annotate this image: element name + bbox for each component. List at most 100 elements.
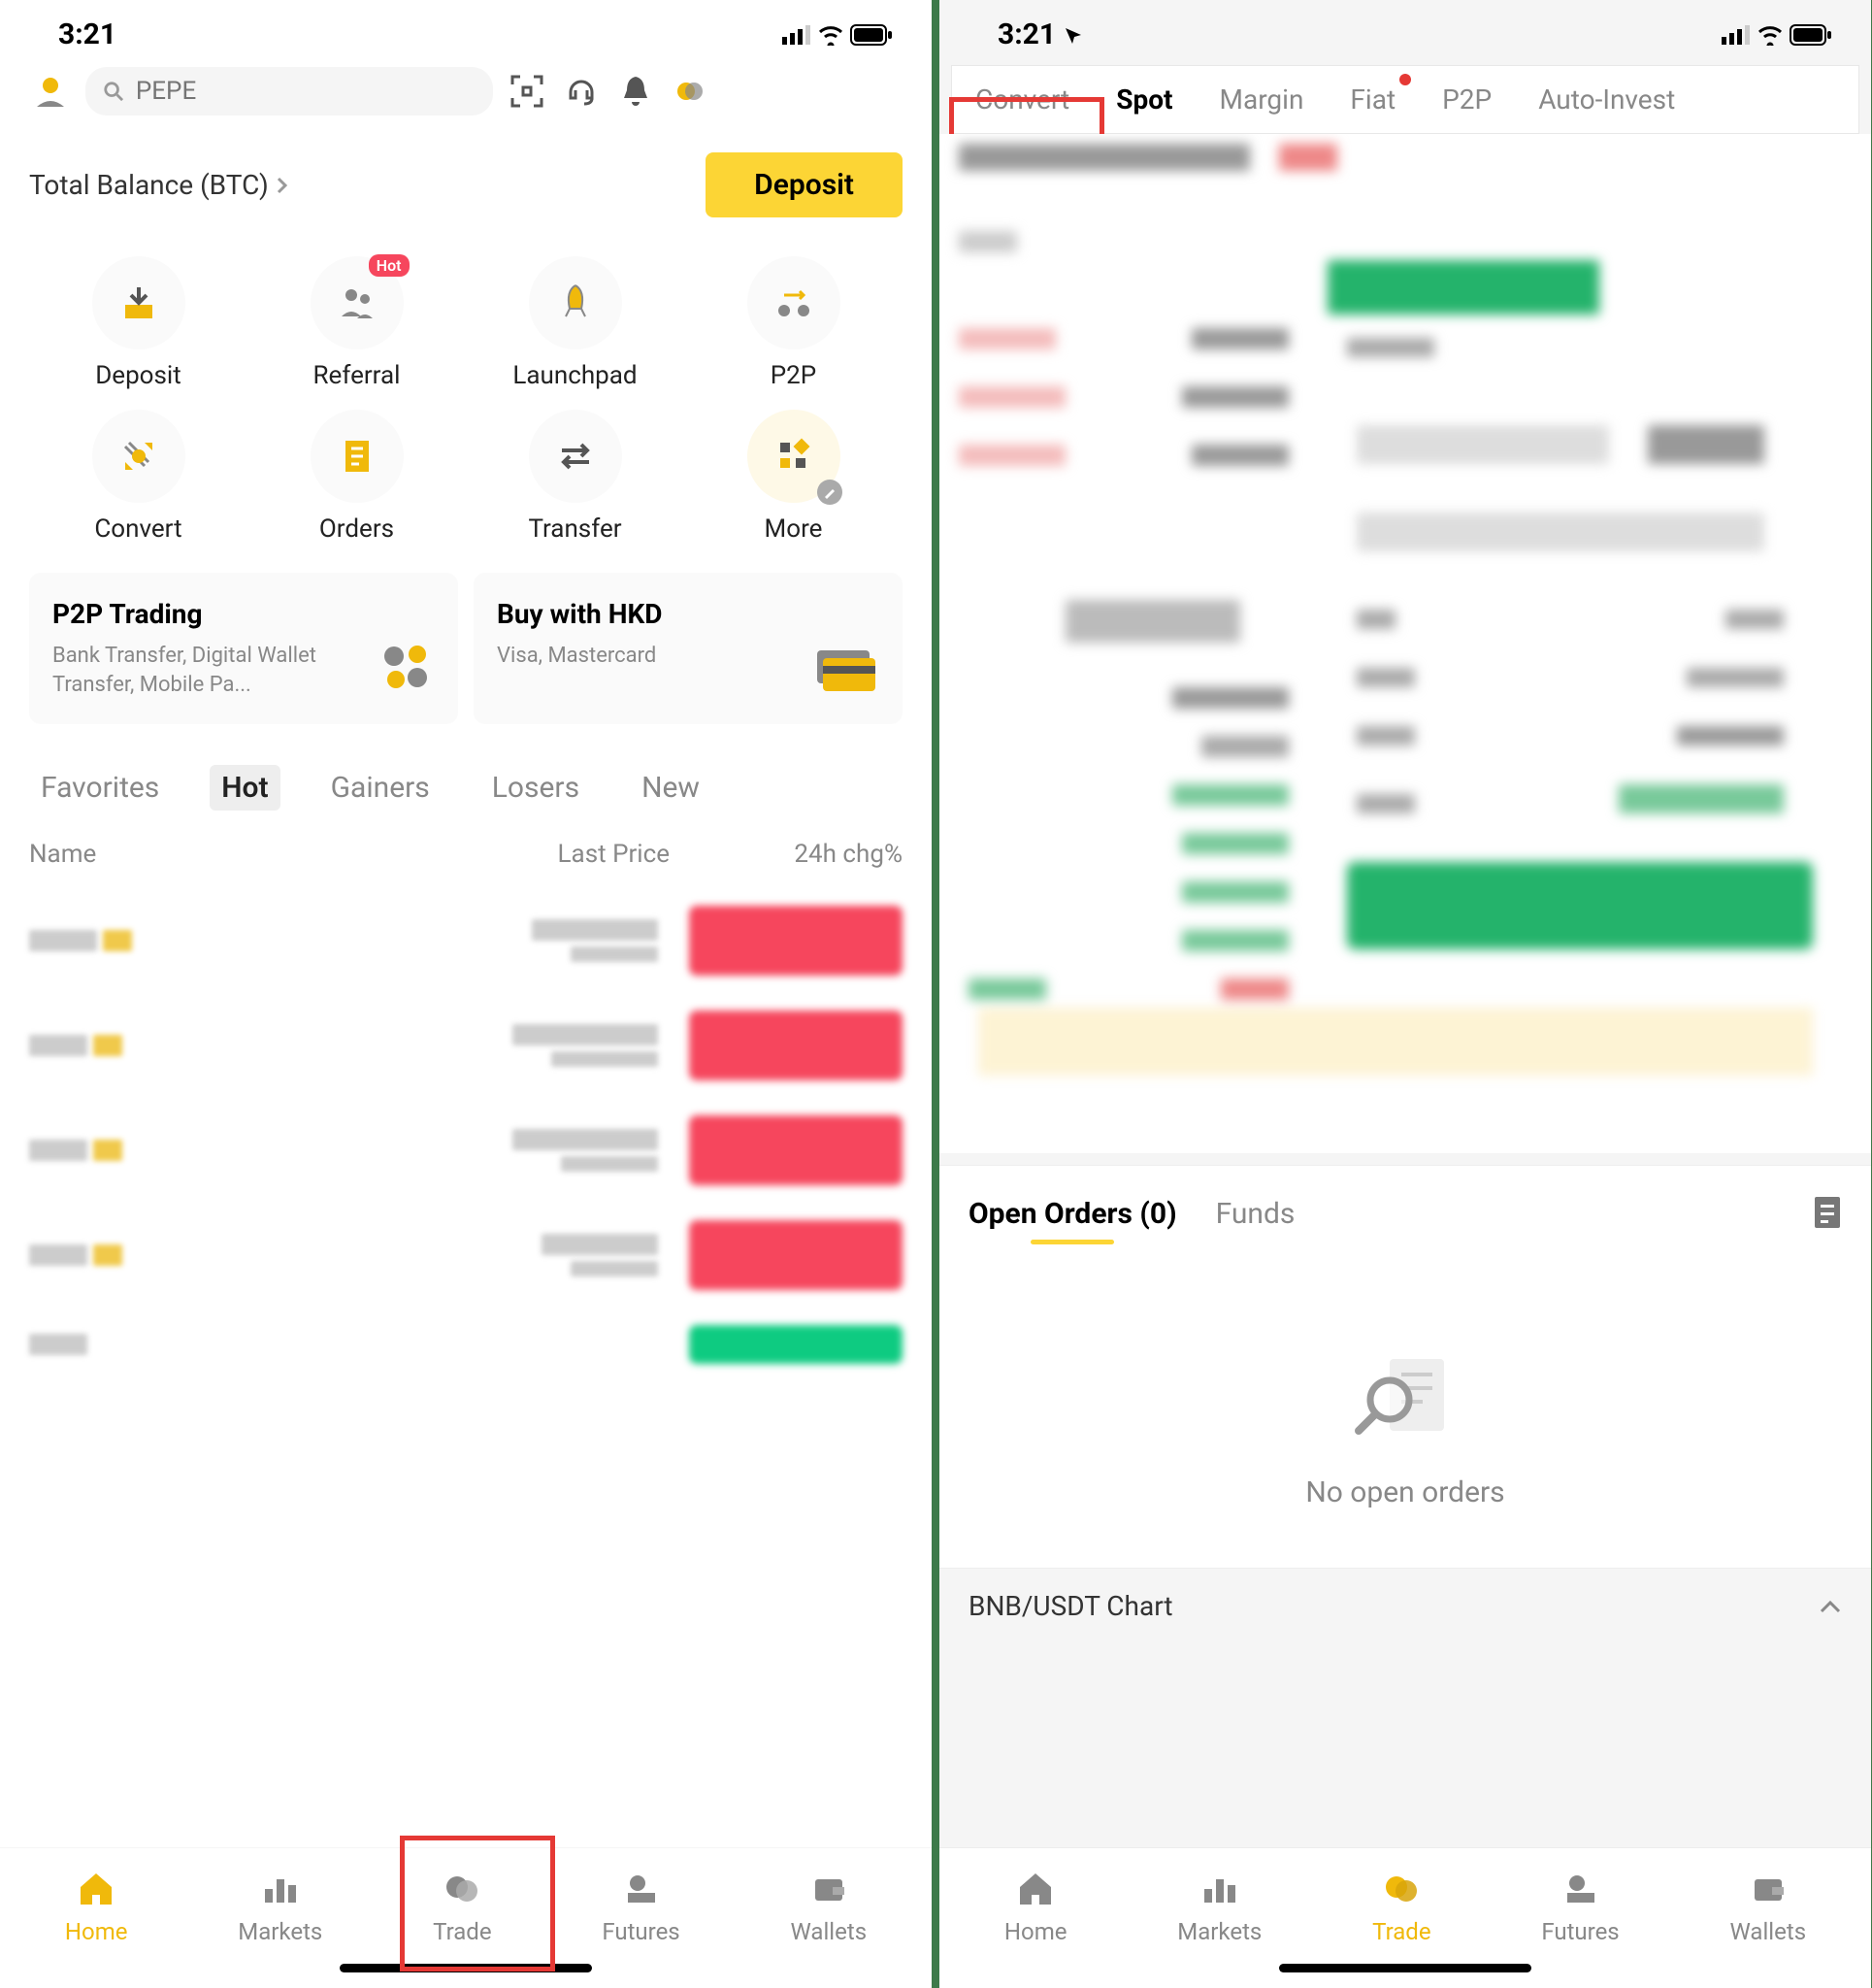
- clock: 3:21: [58, 17, 116, 51]
- clock: 3:21: [998, 17, 1083, 51]
- tab-funds[interactable]: Funds: [1216, 1189, 1296, 1239]
- location-icon: [1064, 26, 1083, 46]
- orders-icon: [336, 435, 378, 478]
- card-icon: [811, 643, 879, 699]
- rocket-icon: [554, 282, 597, 324]
- trade-tab-p2p[interactable]: P2P: [1419, 66, 1515, 133]
- card-buy-hkd[interactable]: Buy with HKD Visa, Mastercard: [474, 573, 903, 724]
- home-indicator: [340, 1964, 592, 1972]
- chevron-right-icon: [277, 177, 288, 194]
- scan-icon[interactable]: [507, 71, 547, 112]
- transfer-icon: [554, 435, 597, 478]
- battery-icon: [1790, 24, 1832, 46]
- deposit-icon: [117, 282, 160, 324]
- tab-losers[interactable]: Losers: [480, 765, 591, 811]
- feature-cards: P2P Trading Bank Transfer, Digital Walle…: [0, 573, 932, 753]
- market-row[interactable]: [29, 1203, 903, 1308]
- p2p-card-icon: [377, 637, 435, 699]
- bell-icon[interactable]: [615, 71, 656, 112]
- table-head: Name Last Price 24h chg%: [0, 830, 932, 888]
- convert-icon: [117, 435, 160, 478]
- nav-trade[interactable]: Trade: [433, 1868, 491, 1945]
- quick-more[interactable]: More: [684, 410, 903, 544]
- nav-futures[interactable]: Futures: [1541, 1868, 1619, 1945]
- orderbook-area: [939, 134, 1871, 1153]
- tab-hot[interactable]: Hot: [210, 765, 279, 811]
- nav-markets[interactable]: Markets: [1177, 1868, 1262, 1945]
- nav-futures[interactable]: Futures: [602, 1868, 679, 1945]
- quick-transfer[interactable]: Transfer: [466, 410, 684, 544]
- status-icons: [1722, 24, 1832, 46]
- coin-icon[interactable]: [670, 71, 710, 112]
- search-icon: [103, 80, 124, 103]
- quick-actions: Deposit Hot Referral Launchpad P2P Conve…: [0, 237, 932, 573]
- wallet-icon: [1749, 1870, 1788, 1908]
- wallet-icon: [809, 1870, 848, 1908]
- avatar[interactable]: [29, 70, 72, 113]
- empty-icon: [1347, 1345, 1463, 1452]
- nav-wallets[interactable]: Wallets: [1729, 1868, 1806, 1945]
- search-box[interactable]: [85, 67, 493, 116]
- signal-icon: [1722, 25, 1751, 45]
- tab-new[interactable]: New: [630, 765, 711, 811]
- quick-convert[interactable]: Convert: [29, 410, 247, 544]
- trade-icon: [443, 1870, 481, 1908]
- markets-icon: [261, 1870, 300, 1908]
- card-p2p-trading[interactable]: P2P Trading Bank Transfer, Digital Walle…: [29, 573, 458, 724]
- tab-open-orders[interactable]: Open Orders (0): [969, 1189, 1177, 1239]
- orders-section: Open Orders (0) Funds No open orders: [939, 1165, 1871, 1568]
- deposit-button[interactable]: Deposit: [706, 152, 903, 217]
- phone-left: 3:21 Total Balance (BTC): [0, 0, 932, 1988]
- trade-tab-spot[interactable]: Spot: [1093, 66, 1196, 133]
- trade-icon: [1382, 1870, 1421, 1908]
- nav-home[interactable]: Home: [65, 1868, 128, 1945]
- tab-favorites[interactable]: Favorites: [29, 765, 171, 811]
- hot-badge: Hot: [369, 254, 410, 277]
- nav-wallets[interactable]: Wallets: [790, 1868, 867, 1945]
- more-icon: [772, 435, 815, 478]
- status-icons: [782, 24, 893, 46]
- quick-orders[interactable]: Orders: [247, 410, 466, 544]
- document-icon[interactable]: [1813, 1195, 1842, 1234]
- futures-icon: [1561, 1870, 1600, 1908]
- trade-tab-convert[interactable]: Convert: [952, 66, 1093, 133]
- markets-icon: [1200, 1870, 1239, 1908]
- trade-tab-margin[interactable]: Margin: [1197, 66, 1328, 133]
- chart-collapse[interactable]: BNB/USDT Chart: [939, 1568, 1871, 1643]
- edit-icon: [817, 480, 842, 505]
- p2p-icon: [772, 282, 815, 324]
- empty-state: No open orders: [969, 1239, 1842, 1568]
- status-bar: 3:21: [0, 0, 932, 59]
- market-row[interactable]: [29, 888, 903, 993]
- search-input[interactable]: [136, 77, 476, 106]
- balance-row: Total Balance (BTC) Deposit: [0, 123, 932, 237]
- nav-home[interactable]: Home: [1004, 1868, 1067, 1945]
- quick-deposit[interactable]: Deposit: [29, 256, 247, 390]
- quick-referral[interactable]: Hot Referral: [247, 256, 466, 390]
- support-icon[interactable]: [561, 71, 602, 112]
- market-row[interactable]: [29, 1308, 903, 1381]
- referral-icon: [336, 282, 378, 324]
- orders-tabs: Open Orders (0) Funds: [969, 1189, 1842, 1239]
- market-tabs: Favorites Hot Gainers Losers New: [0, 753, 932, 830]
- market-list: [0, 888, 932, 1381]
- market-row[interactable]: [29, 1098, 903, 1203]
- wifi-icon: [817, 24, 844, 46]
- nav-trade[interactable]: Trade: [1372, 1868, 1430, 1945]
- status-bar: 3:21: [939, 0, 1871, 59]
- battery-icon: [850, 24, 893, 46]
- top-bar: [0, 59, 932, 123]
- nav-markets[interactable]: Markets: [238, 1868, 322, 1945]
- notification-dot: [1399, 74, 1411, 85]
- tab-gainers[interactable]: Gainers: [319, 765, 442, 811]
- balance-label[interactable]: Total Balance (BTC): [29, 169, 288, 201]
- quick-p2p[interactable]: P2P: [684, 256, 903, 390]
- market-row[interactable]: [29, 993, 903, 1098]
- phone-right: 3:21 Convert Spot Margin Fiat P2P Auto-I…: [939, 0, 1871, 1988]
- quick-launchpad[interactable]: Launchpad: [466, 256, 684, 390]
- wifi-icon: [1757, 24, 1784, 46]
- trade-tabs: Convert Spot Margin Fiat P2P Auto-Invest: [951, 65, 1859, 134]
- trade-tab-fiat[interactable]: Fiat: [1327, 66, 1419, 133]
- trade-tab-autoinvest[interactable]: Auto-Invest: [1515, 66, 1698, 133]
- signal-icon: [782, 25, 811, 45]
